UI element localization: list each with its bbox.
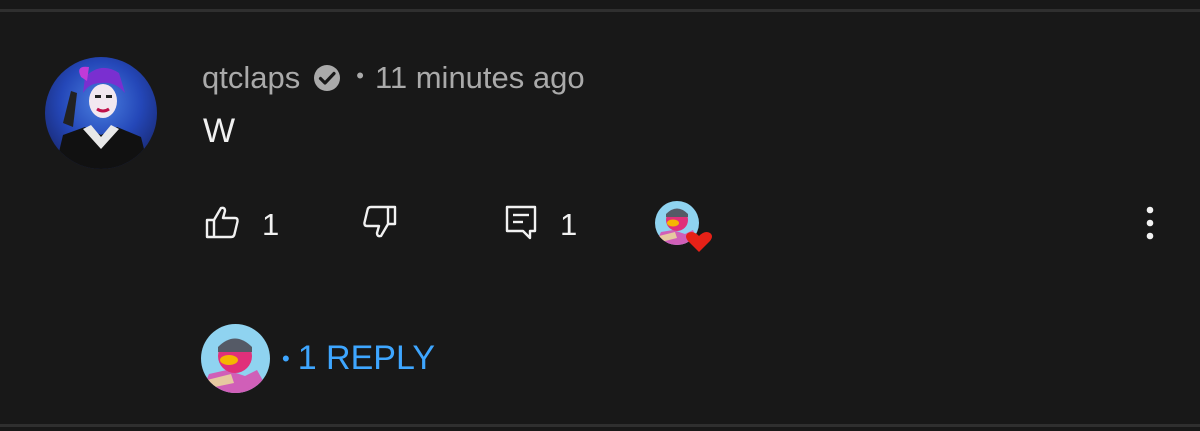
thumbs-down-icon xyxy=(362,204,398,245)
header-separator: • xyxy=(356,63,364,88)
replies-label: 1 REPLY xyxy=(297,339,436,377)
reply-button[interactable]: 1 xyxy=(504,204,577,245)
author-avatar[interactable] xyxy=(45,57,157,169)
bottom-divider xyxy=(0,424,1200,427)
top-divider xyxy=(0,9,1200,12)
comment-body: W xyxy=(203,112,236,150)
more-vertical-icon xyxy=(1136,206,1164,248)
replies-bullet: • xyxy=(282,346,290,371)
creator-heart-icon xyxy=(686,232,712,252)
thumbs-up-icon xyxy=(204,204,240,245)
more-options-button[interactable] xyxy=(1136,204,1164,244)
verified-badge-icon xyxy=(312,63,342,93)
creator-heart[interactable] xyxy=(655,200,715,254)
reply-count: 1 xyxy=(560,206,578,242)
author-name[interactable]: qtclaps xyxy=(202,60,300,96)
comment-timestamp[interactable]: 11 minutes ago xyxy=(375,60,585,96)
comment-header: qtclaps • 11 minutes ago xyxy=(202,58,585,98)
view-replies-row[interactable]: • 1 REPLY xyxy=(201,324,435,393)
reply-author-avatar xyxy=(201,324,270,393)
like-button[interactable]: 1 xyxy=(204,204,279,245)
reply-comment-icon xyxy=(504,204,538,245)
dislike-button[interactable] xyxy=(362,204,398,245)
view-replies-link[interactable]: • 1 REPLY xyxy=(282,339,435,378)
like-count: 1 xyxy=(262,206,280,242)
